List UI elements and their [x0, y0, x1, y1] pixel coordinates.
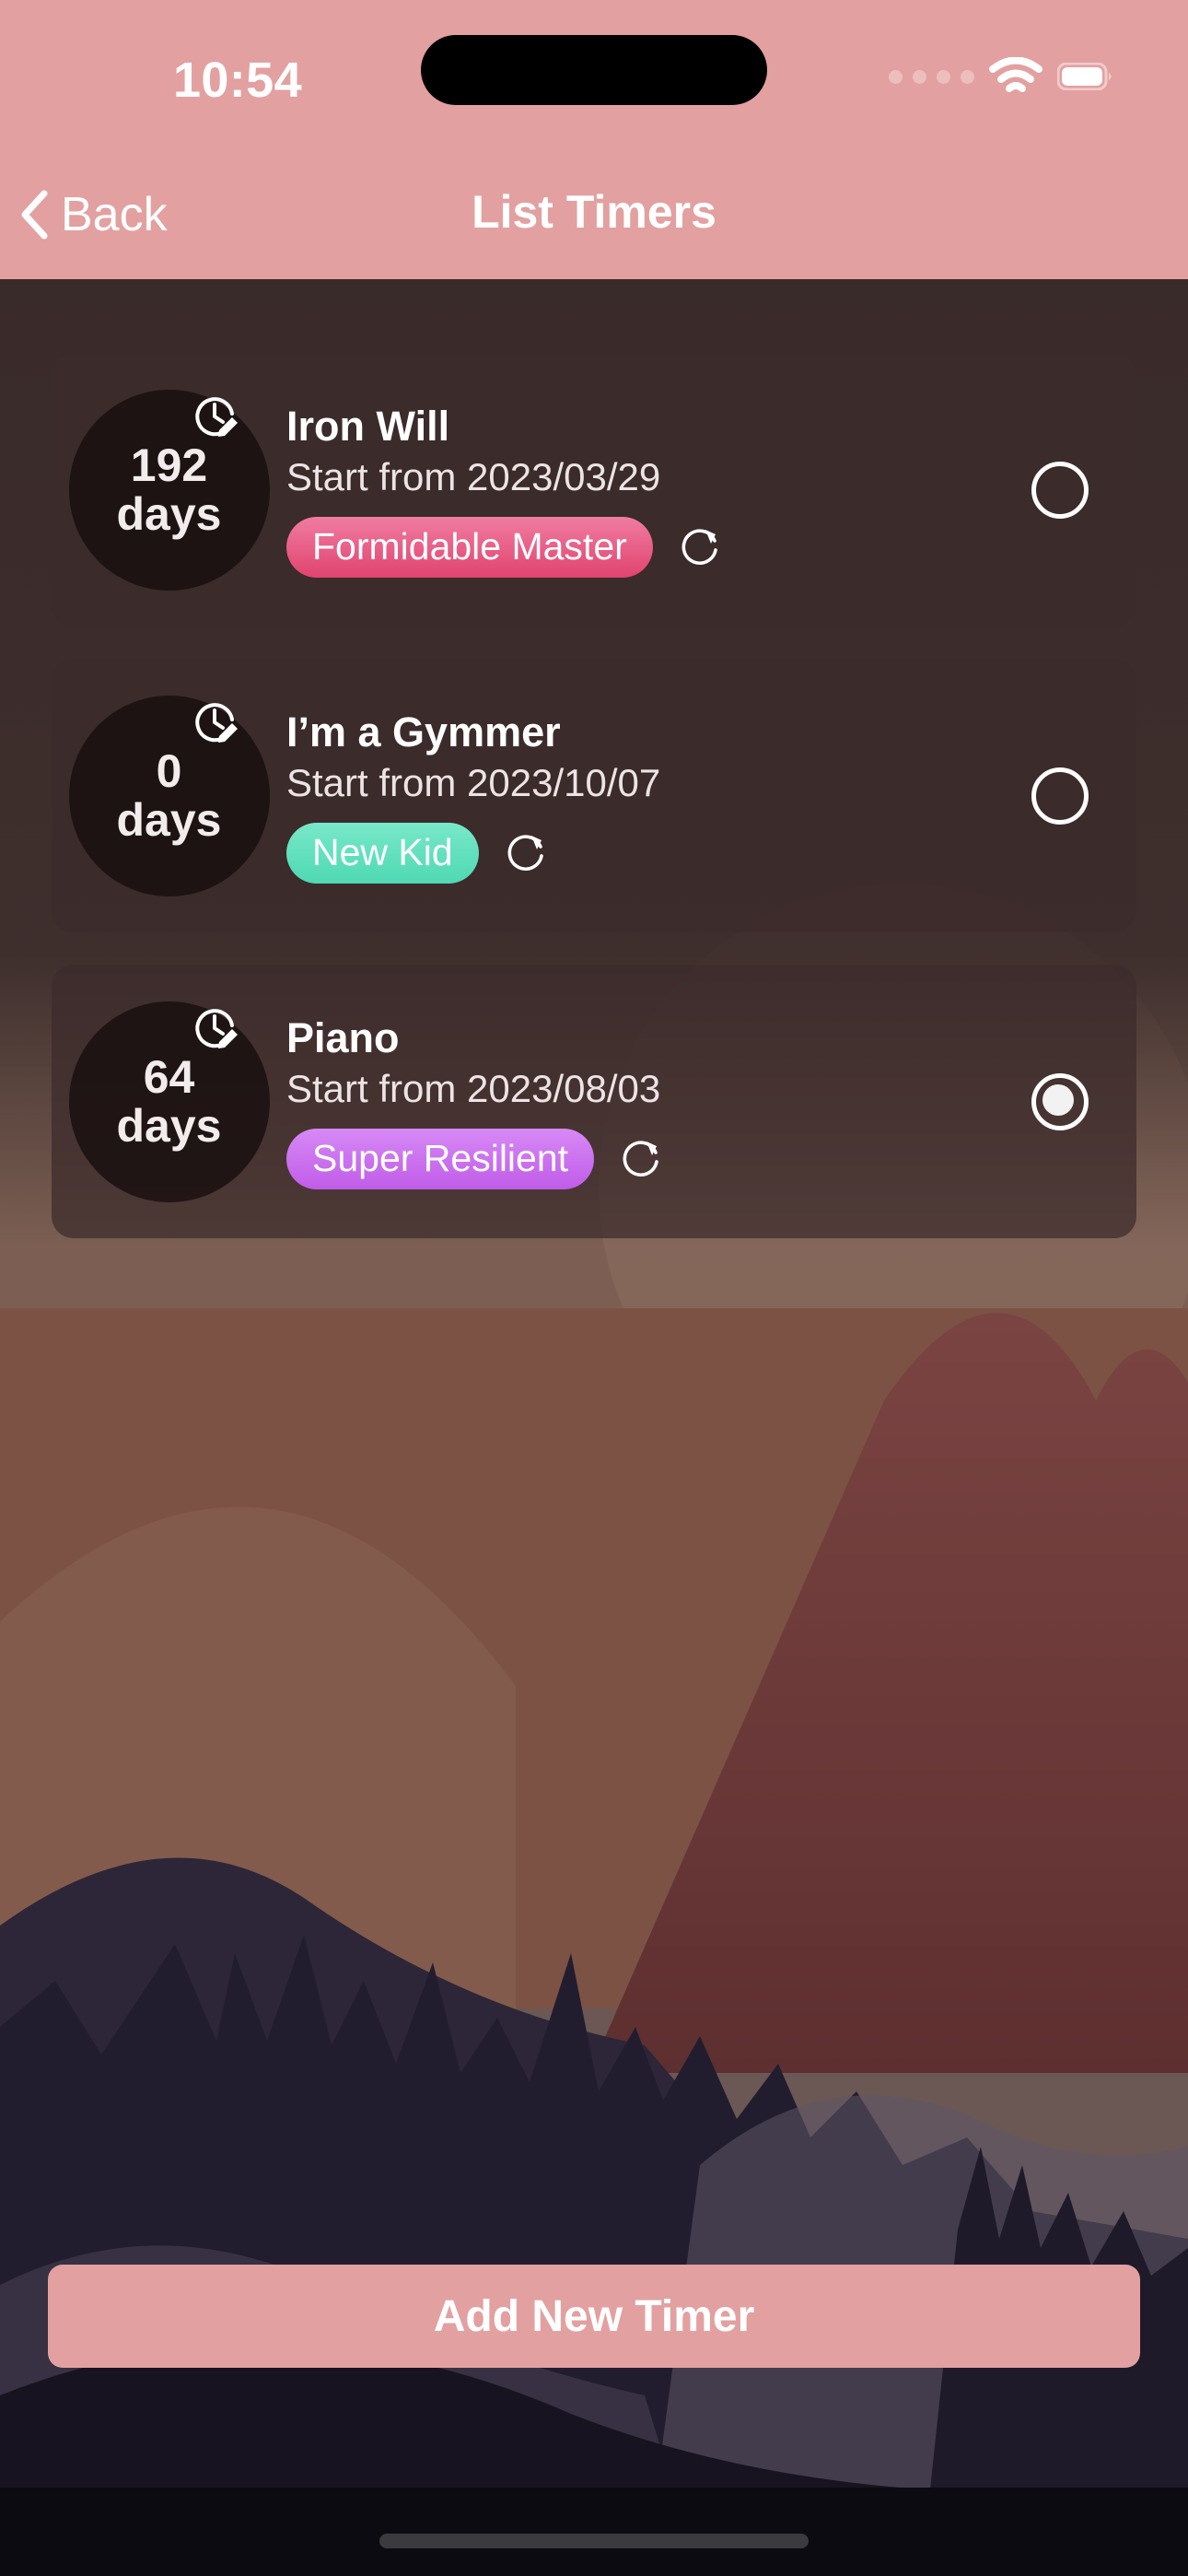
level-badge[interactable]: Super Resilient: [286, 1128, 595, 1189]
dynamic-island: [421, 35, 767, 105]
add-new-timer-button[interactable]: Add New Timer: [48, 2265, 1140, 2368]
battery-full-icon: [1057, 63, 1114, 90]
timer-count-value: 64: [143, 1051, 195, 1103]
timer-badge-row: Super Resilient: [286, 1128, 1015, 1189]
timer-card-body: Piano Start from 2023/08/03 Super Resili…: [286, 1013, 1031, 1189]
timer-count-unit: days: [116, 793, 222, 846]
timer-card[interactable]: 192 days Iron Will Start from 2023/03/29…: [52, 353, 1136, 626]
clock-edit-icon[interactable]: [192, 1005, 239, 1053]
timer-list: 192 days Iron Will Start from 2023/03/29…: [0, 279, 1188, 1238]
timer-card-body: Iron Will Start from 2023/03/29 Formidab…: [286, 402, 1031, 578]
timer-title: Piano: [286, 1014, 400, 1062]
timer-card[interactable]: 0 days I’m a Gymmer Start from 2023/10/0…: [52, 659, 1136, 932]
timer-count-value: 192: [130, 439, 208, 491]
level-badge[interactable]: New Kid: [286, 822, 479, 884]
level-badge[interactable]: Formidable Master: [286, 516, 653, 578]
timer-card-body: I’m a Gymmer Start from 2023/10/07 New K…: [286, 708, 1031, 884]
clock-edit-icon[interactable]: [192, 393, 239, 441]
timer-start-date: Start from 2023/08/03: [286, 1067, 661, 1111]
timer-count-wrap: 0 days: [52, 659, 286, 932]
timer-select-radio[interactable]: [1031, 767, 1089, 825]
app-screen: Back List Timers 10:54 192 days Iron Wil…: [0, 0, 1188, 2576]
timer-count-wrap: 192 days: [52, 353, 286, 626]
timer-start-date: Start from 2023/10/07: [286, 761, 661, 805]
signal-dots-icon: [889, 69, 974, 84]
home-indicator[interactable]: [379, 2534, 809, 2548]
timer-count-wrap: 64 days: [52, 965, 286, 1238]
timer-title: I’m a Gymmer: [286, 708, 561, 756]
timer-badge-row: Formidable Master: [286, 516, 1015, 578]
status-bar-time: 10:54: [172, 53, 303, 108]
timer-count-value: 0: [156, 745, 182, 797]
refresh-icon[interactable]: [677, 524, 723, 570]
timer-count-unit: days: [116, 487, 222, 540]
status-bar: 10:54: [0, 0, 1188, 164]
clock-edit-icon[interactable]: [192, 699, 239, 747]
status-bar-indicators: [889, 57, 1114, 96]
timer-card[interactable]: 64 days Piano Start from 2023/08/03 Supe…: [52, 965, 1136, 1238]
timer-select-radio[interactable]: [1031, 461, 1089, 519]
refresh-icon[interactable]: [503, 830, 549, 876]
timer-select-radio[interactable]: [1031, 1072, 1089, 1130]
timer-badge-row: New Kid: [286, 822, 1015, 884]
wifi-icon: [989, 57, 1042, 96]
timer-title: Iron Will: [286, 403, 450, 451]
timer-count-unit: days: [116, 1099, 222, 1152]
timer-start-date: Start from 2023/03/29: [286, 455, 661, 499]
page-title: List Timers: [472, 186, 716, 238]
refresh-icon[interactable]: [618, 1136, 664, 1182]
